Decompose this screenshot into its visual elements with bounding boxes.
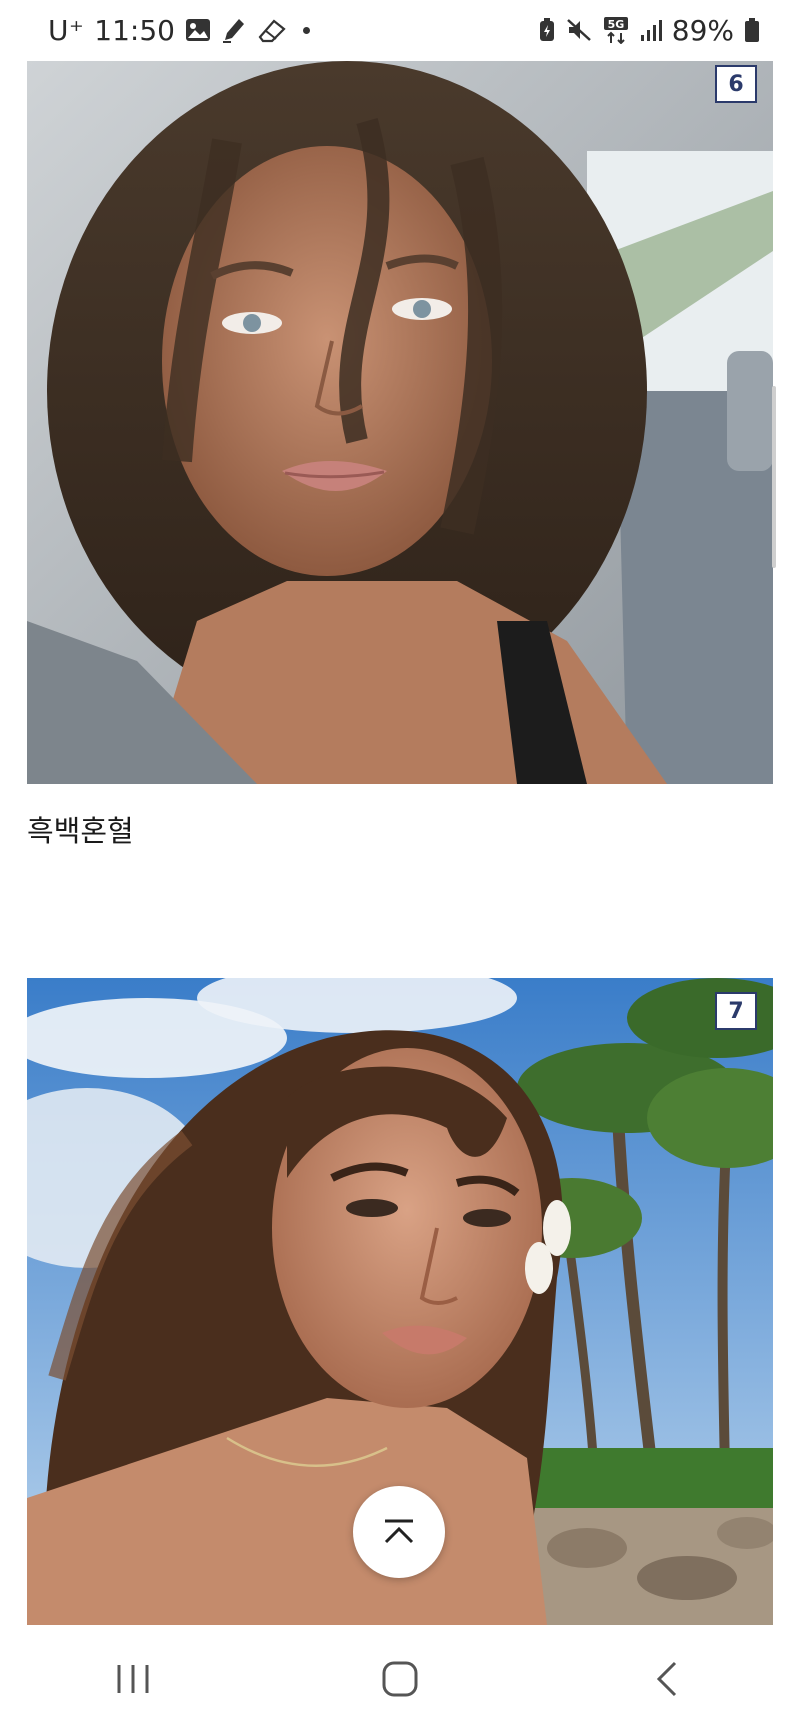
eraser-icon [257,17,287,43]
status-bar: U⁺ 11:50 5G 89% [0,0,800,60]
back-button[interactable] [607,1639,727,1719]
gallery-icon [185,18,211,42]
post-photo[interactable]: 6 [27,61,773,784]
post-caption: 흑백혼혈 [27,814,134,848]
battery-saver-icon [538,17,556,43]
notification-dot [302,26,310,34]
scroll-to-top-button[interactable] [353,1486,445,1578]
home-icon [382,1661,418,1697]
battery-icon [744,17,760,43]
home-button[interactable] [340,1639,460,1719]
clock: 11:50 [94,13,175,47]
system-navigation-bar [0,1625,800,1733]
signal-icon [640,18,662,42]
5g-label: 5G [607,18,624,31]
chevron-up-to-top-icon [384,1519,414,1544]
post-number-badge: 7 [715,992,757,1030]
scrollbar[interactable] [772,386,776,568]
carrier-label: U⁺ [48,13,85,47]
5g-icon: 5G [602,16,630,44]
recent-apps-icon [117,1665,149,1693]
pen-icon [221,16,247,44]
status-right: 5G 89% [538,14,760,47]
post-number-badge: 6 [715,65,757,103]
mute-icon [566,18,592,42]
portrait-image-curly-hair [27,61,773,784]
back-icon [656,1661,676,1697]
recent-apps-button[interactable] [73,1639,193,1719]
status-left: U⁺ 11:50 [48,14,310,47]
battery-percent: 89% [671,13,734,47]
